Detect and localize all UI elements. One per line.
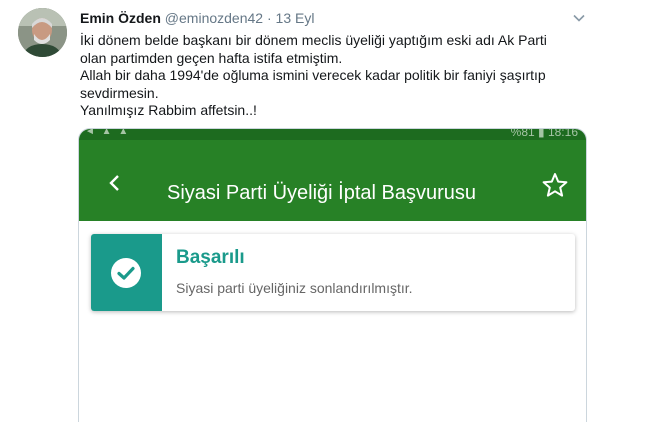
tweet-text: İki dönem belde başkanı bir dönem meclis…	[80, 32, 600, 120]
tweet-line: Yanılmışız Rabbim affetsin..!	[80, 102, 257, 118]
phone-status-bar: ◄ ▲ ▲ %81 ▮ 18:16	[79, 129, 586, 140]
display-name[interactable]: Emin Özden	[80, 10, 161, 26]
tweet-date[interactable]: 13 Eyl	[276, 10, 315, 26]
avatar[interactable]	[18, 8, 67, 57]
chevron-down-icon[interactable]	[571, 10, 587, 26]
back-arrow-icon[interactable]	[105, 173, 125, 193]
star-icon[interactable]	[542, 172, 568, 198]
status-icons: ◄ ▲ ▲	[85, 128, 131, 137]
check-circle-icon	[111, 258, 141, 288]
success-indicator	[91, 234, 162, 311]
embedded-screenshot[interactable]: ◄ ▲ ▲ %81 ▮ 18:16 Siyasi Parti Üyeliği İ…	[78, 128, 587, 422]
app-bar: Siyasi Parti Üyeliği İptal Başvurusu	[79, 140, 586, 221]
card-message: Siyasi parti üyeliğiniz sonlandırılmıştı…	[176, 280, 413, 296]
avatar-photo-icon	[18, 8, 67, 57]
tweet-line: İki dönem belde başkanı bir dönem meclis…	[80, 32, 547, 48]
tweet-line: olan partimden geçen hafta istifa etmişt…	[80, 49, 343, 66]
tweet-line: Allah bir daha 1994'de oğluma ismini ver…	[80, 67, 546, 83]
tweet: Emin Özden @eminozden42 · 13 Eyl İki dön…	[0, 0, 670, 422]
app-title: Siyasi Parti Üyeliği İptal Başvurusu	[167, 182, 477, 204]
success-card: Başarılı Siyasi parti üyeliğiniz sonland…	[91, 234, 575, 311]
handle[interactable]: @eminozden42	[165, 10, 263, 26]
card-title: Başarılı	[176, 247, 245, 268]
tweet-line: sevdirmesin.	[80, 84, 159, 101]
tweet-header: Emin Özden @eminozden42 · 13 Eyl	[80, 10, 314, 26]
separator: ·	[266, 10, 272, 26]
status-battery-time: %81 ▮ 18:16	[510, 128, 578, 139]
